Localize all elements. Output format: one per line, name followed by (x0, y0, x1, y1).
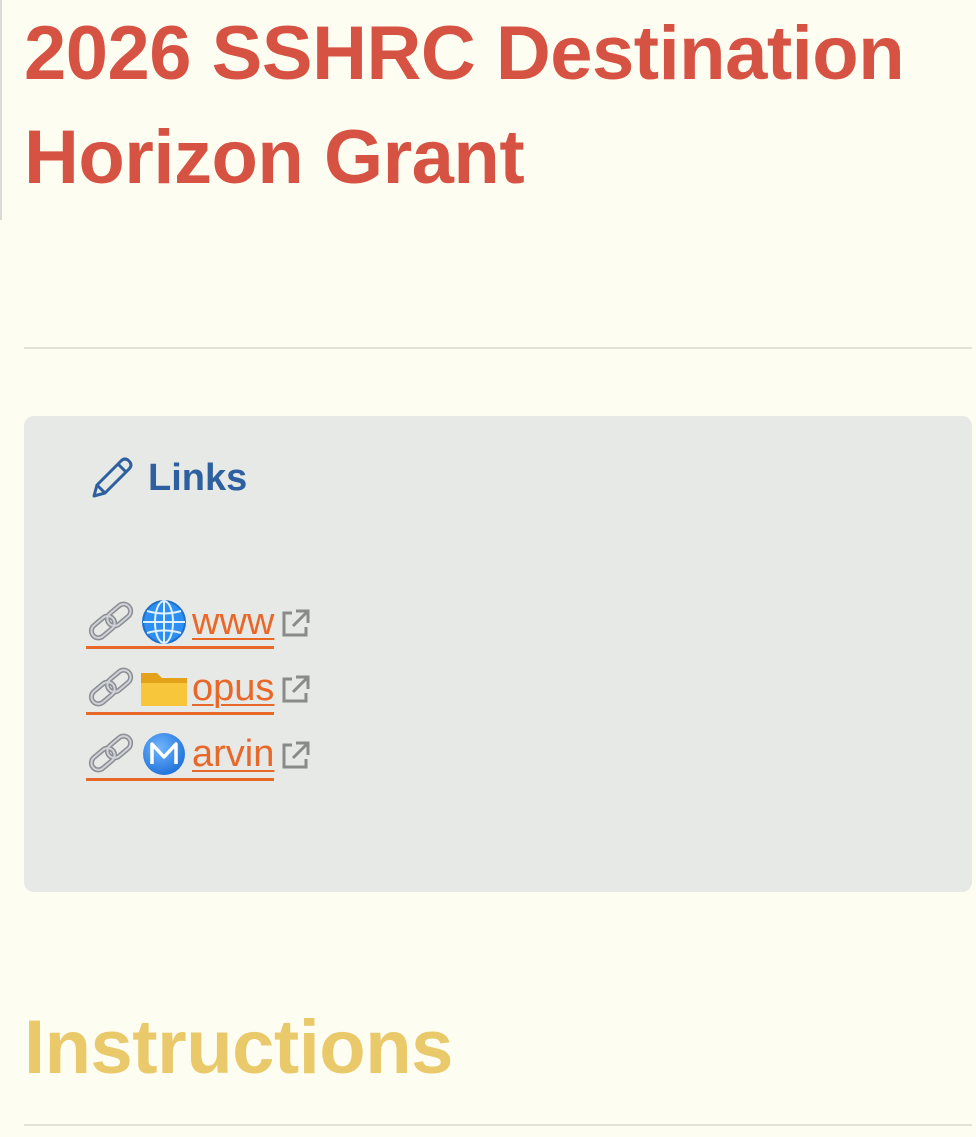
external-link-icon[interactable] (274, 733, 312, 778)
pencil-icon (88, 454, 136, 502)
link-item-marvin[interactable]: arvin (86, 722, 312, 788)
left-edge-bar (0, 0, 2, 220)
link-label-opus[interactable]: opus (192, 664, 274, 712)
title-divider (24, 347, 972, 349)
page-title: 2026 SSHRC Destination Horizon Grant (24, 11, 905, 200)
link-www[interactable]: www (86, 597, 275, 649)
section-heading-instructions: Instructions (24, 1005, 453, 1090)
callout-title: Links (148, 457, 248, 499)
link-item-www[interactable]: www (86, 590, 312, 656)
external-link-icon[interactable] (274, 601, 312, 646)
section-divider (24, 1124, 972, 1126)
links-list: www opus arvin (86, 590, 312, 788)
link-marvin[interactable]: arvin (86, 729, 275, 781)
callout-header: Links (88, 454, 247, 502)
m-circle-icon (138, 730, 190, 778)
external-link-icon[interactable] (274, 667, 312, 712)
globe-icon (138, 598, 190, 646)
link-opus[interactable]: opus (86, 663, 275, 715)
link-label-www[interactable]: www (192, 598, 274, 646)
links-callout: Links www opus arvin (24, 416, 972, 892)
chain-link-icon (86, 730, 138, 778)
link-label-marvin[interactable]: arvin (192, 730, 274, 778)
folder-icon (138, 664, 190, 712)
link-item-opus[interactable]: opus (86, 656, 312, 722)
page: 2026 SSHRC Destination Horizon Grant Lin… (0, 0, 976, 1137)
chain-link-icon (86, 664, 138, 712)
chain-link-icon (86, 598, 138, 646)
